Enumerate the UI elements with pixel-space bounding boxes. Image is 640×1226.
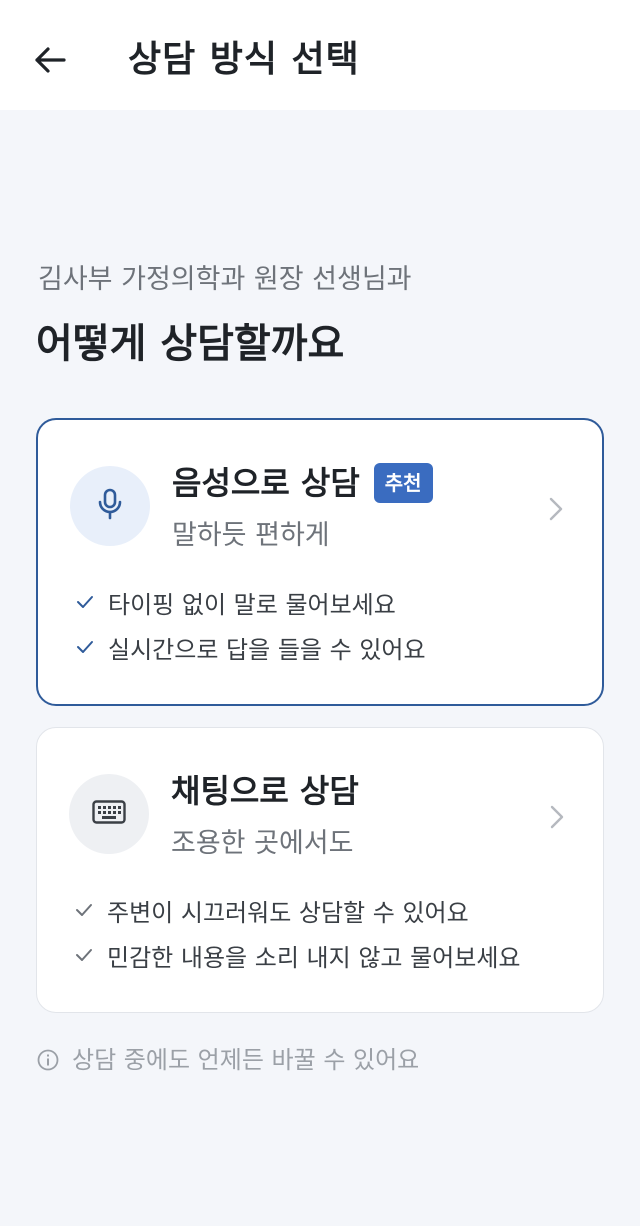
keyboard-icon	[92, 800, 126, 828]
voice-title-row: 음성으로 상담 추천	[172, 458, 433, 508]
chat-option-description: 조용한 곳에서도	[171, 828, 354, 859]
chat-icon-circle	[69, 774, 149, 854]
list-item: 민감한 내용을 소리 내지 않고 물어보세요	[73, 935, 521, 980]
voice-consult-option[interactable]: 음성으로 상담 추천 말하듯 편하게 타이핑 없이 말로 물어보세요 실시간으로…	[36, 418, 604, 706]
voice-option-title: 음성으로 상담	[172, 464, 360, 502]
voice-option-description: 말하듯 편하게	[172, 520, 330, 551]
voice-feature-list: 타이핑 없이 말로 물어보세요 실시간으로 답을 들을 수 있어요	[74, 582, 426, 672]
arrow-left-icon	[34, 46, 66, 78]
feature-text: 민감한 내용을 소리 내지 않고 물어보세요	[107, 943, 521, 972]
chat-title-row: 채팅으로 상담	[171, 766, 359, 816]
doctor-subtitle: 김사부 가정의학과 원장 선생님과	[38, 264, 412, 295]
microphone-icon	[97, 488, 123, 524]
feature-text: 주변이 시끄러워도 상담할 수 있어요	[107, 898, 469, 927]
list-item: 실시간으로 답을 들을 수 있어요	[74, 627, 426, 672]
feature-text: 실시간으로 답을 들을 수 있어요	[108, 635, 426, 664]
switch-notice-text: 상담 중에도 언제든 바꿀 수 있어요	[72, 1046, 420, 1074]
check-icon	[74, 591, 96, 613]
check-icon	[73, 944, 95, 966]
page-title: 상담 방식 선택	[128, 39, 360, 80]
check-icon	[74, 636, 96, 658]
recommended-badge: 추천	[373, 463, 433, 503]
question-title: 어떻게 상담할까요	[36, 321, 345, 367]
switch-notice: 상담 중에도 언제든 바꿀 수 있어요	[36, 1040, 419, 1080]
check-icon	[73, 899, 95, 921]
info-icon	[36, 1048, 60, 1072]
chat-option-title: 채팅으로 상담	[171, 772, 359, 810]
voice-icon-circle	[70, 466, 150, 546]
list-item: 타이핑 없이 말로 물어보세요	[74, 582, 426, 627]
chevron-right-icon	[545, 802, 569, 832]
chevron-right-icon	[544, 494, 568, 524]
feature-text: 타이핑 없이 말로 물어보세요	[108, 590, 396, 619]
app-header: 상담 방식 선택	[0, 0, 640, 110]
back-button[interactable]	[24, 36, 76, 88]
list-item: 주변이 시끄러워도 상담할 수 있어요	[73, 890, 521, 935]
chat-feature-list: 주변이 시끄러워도 상담할 수 있어요 민감한 내용을 소리 내지 않고 물어보…	[73, 890, 521, 980]
chat-consult-option[interactable]: 채팅으로 상담 조용한 곳에서도 주변이 시끄러워도 상담할 수 있어요 민감한…	[36, 727, 604, 1013]
